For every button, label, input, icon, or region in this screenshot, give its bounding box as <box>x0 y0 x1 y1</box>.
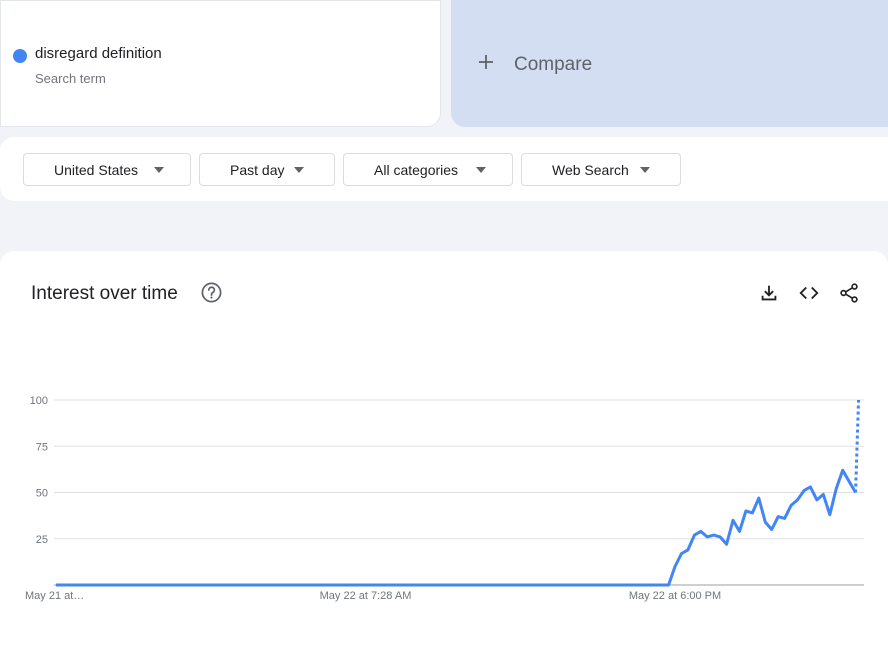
series-line <box>56 468 857 587</box>
interest-over-time-card: Interest over time 25 50 75 100 May 21 at… Ma… <box>0 251 888 668</box>
caret-down-icon <box>154 167 164 173</box>
y-tick-label: 100 <box>30 395 48 407</box>
trends-page: disregard definition Search term Compare… <box>0 0 888 668</box>
category-filter-dropdown[interactable]: All categories <box>343 153 513 186</box>
x-tick-label: May 21 at… <box>25 590 84 602</box>
category-filter-label: All categories <box>374 162 459 178</box>
term-color-dot <box>13 49 27 63</box>
caret-down-icon <box>294 167 304 173</box>
search-term-type: Search term <box>35 71 106 86</box>
search-type-filter-label: Web Search <box>552 162 629 178</box>
x-tick-label: May 22 at 7:28 AM <box>320 590 412 602</box>
compare-label: Compare <box>514 54 593 75</box>
region-filter-dropdown[interactable]: United States <box>23 153 191 186</box>
y-tick-label: 25 <box>36 534 48 546</box>
x-tick-label: May 22 at 6:00 PM <box>629 590 721 602</box>
caret-down-icon <box>476 167 486 173</box>
search-term-name[interactable]: disregard definition <box>35 45 162 62</box>
y-tick-label: 50 <box>36 488 48 500</box>
region-filter-label: United States <box>54 162 139 178</box>
caret-down-icon <box>640 167 650 173</box>
y-tick-label: 75 <box>36 441 48 453</box>
plus-icon <box>479 55 493 69</box>
filter-bar: United States Past day All categories We… <box>0 137 888 201</box>
search-term-card[interactable]: disregard definition Search term <box>0 0 441 127</box>
compare-button[interactable]: Compare <box>451 0 888 127</box>
interest-chart: 25 50 75 100 May 21 at… May 22 at 7:28 AM May … <box>25 395 864 602</box>
search-type-filter-dropdown[interactable]: Web Search <box>521 153 681 186</box>
time-range-filter-dropdown[interactable]: Past day <box>199 153 335 186</box>
time-range-filter-label: Past day <box>230 162 285 178</box>
